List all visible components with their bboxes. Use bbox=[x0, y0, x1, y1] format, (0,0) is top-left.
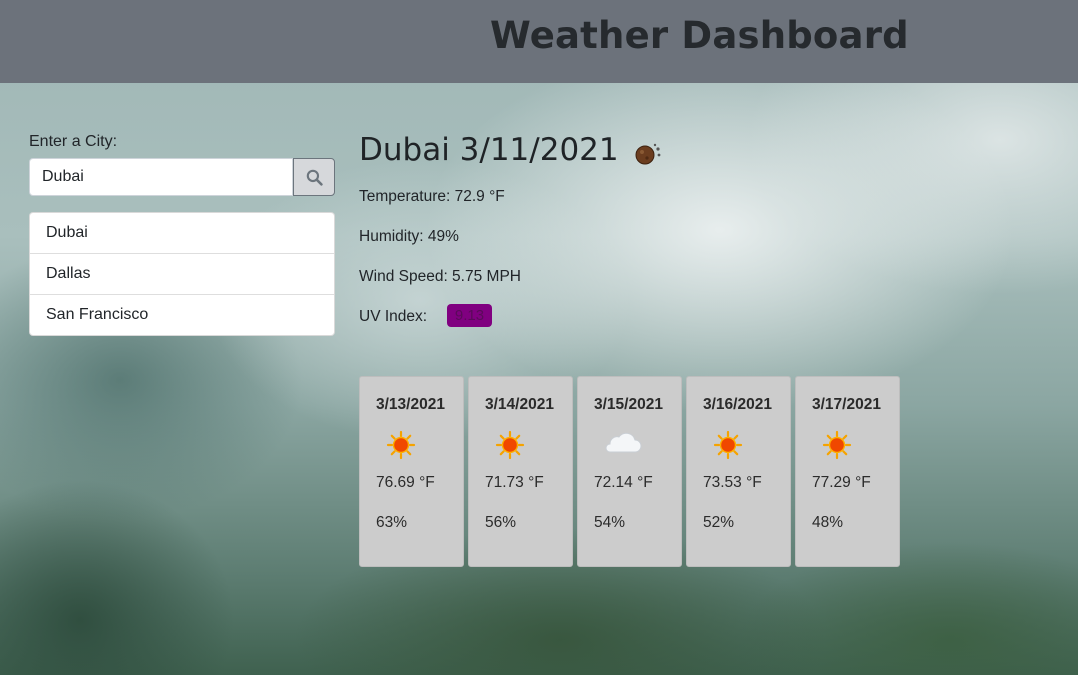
page-title: Weather Dashboard bbox=[490, 14, 909, 57]
sun-icon bbox=[386, 430, 416, 460]
search-icon bbox=[306, 169, 323, 186]
current-wind-speed: Wind Speed: 5.75 MPH bbox=[359, 268, 521, 285]
current-temperature: Temperature: 72.9 °F bbox=[359, 188, 505, 205]
forecast-date: 3/13/2021 bbox=[376, 396, 445, 413]
forecast-temp: 73.53 °F bbox=[703, 474, 762, 491]
forecast-card: 3/14/2021 71.73 °F 56% bbox=[468, 376, 573, 567]
uv-index-label: UV Index: bbox=[359, 308, 428, 325]
search-button[interactable] bbox=[293, 158, 335, 196]
sun-icon bbox=[495, 430, 525, 460]
current-weather-title: Dubai 3/11/2021 bbox=[359, 132, 663, 168]
history-item-san-francisco[interactable]: San Francisco bbox=[30, 295, 334, 335]
forecast-date: 3/17/2021 bbox=[812, 396, 881, 413]
forecast-card: 3/16/2021 73.53 °F 52% bbox=[686, 376, 791, 567]
meteor-icon bbox=[635, 143, 661, 165]
search-history-list: Dubai Dallas San Francisco bbox=[29, 212, 335, 336]
forecast-humidity: 52% bbox=[703, 514, 735, 531]
forecast-date: 3/15/2021 bbox=[594, 396, 663, 413]
forecast-temp: 71.73 °F bbox=[485, 474, 544, 491]
forecast-card: 3/17/2021 77.29 °F 48% bbox=[795, 376, 900, 567]
history-item-dubai[interactable]: Dubai bbox=[30, 213, 334, 254]
background-image bbox=[0, 0, 1078, 675]
cloud-icon bbox=[605, 432, 642, 453]
history-item-dallas[interactable]: Dallas bbox=[30, 254, 334, 295]
forecast-humidity: 63% bbox=[376, 514, 408, 531]
forecast-temp: 76.69 °F bbox=[376, 474, 435, 491]
forecast-card: 3/13/2021 76.69 °F 63% bbox=[359, 376, 464, 567]
forecast-date: 3/16/2021 bbox=[703, 396, 772, 413]
forecast-date: 3/14/2021 bbox=[485, 396, 554, 413]
search-label: Enter a City: bbox=[29, 133, 118, 150]
forecast-card: 3/15/2021 72.14 °F 54% bbox=[577, 376, 682, 567]
current-city-date: Dubai 3/11/2021 bbox=[359, 132, 619, 168]
forecast-humidity: 56% bbox=[485, 514, 517, 531]
sun-icon bbox=[822, 430, 852, 460]
sun-icon bbox=[713, 430, 743, 460]
forecast-humidity: 54% bbox=[594, 514, 626, 531]
current-humidity: Humidity: 49% bbox=[359, 228, 459, 245]
forecast-temp: 72.14 °F bbox=[594, 474, 653, 491]
page-header: Weather Dashboard bbox=[0, 0, 1078, 83]
forecast-humidity: 48% bbox=[812, 514, 844, 531]
search-group bbox=[29, 158, 335, 196]
forecast-temp: 77.29 °F bbox=[812, 474, 871, 491]
city-search-input[interactable] bbox=[29, 158, 293, 196]
uv-index-badge: 9.13 bbox=[447, 304, 492, 327]
